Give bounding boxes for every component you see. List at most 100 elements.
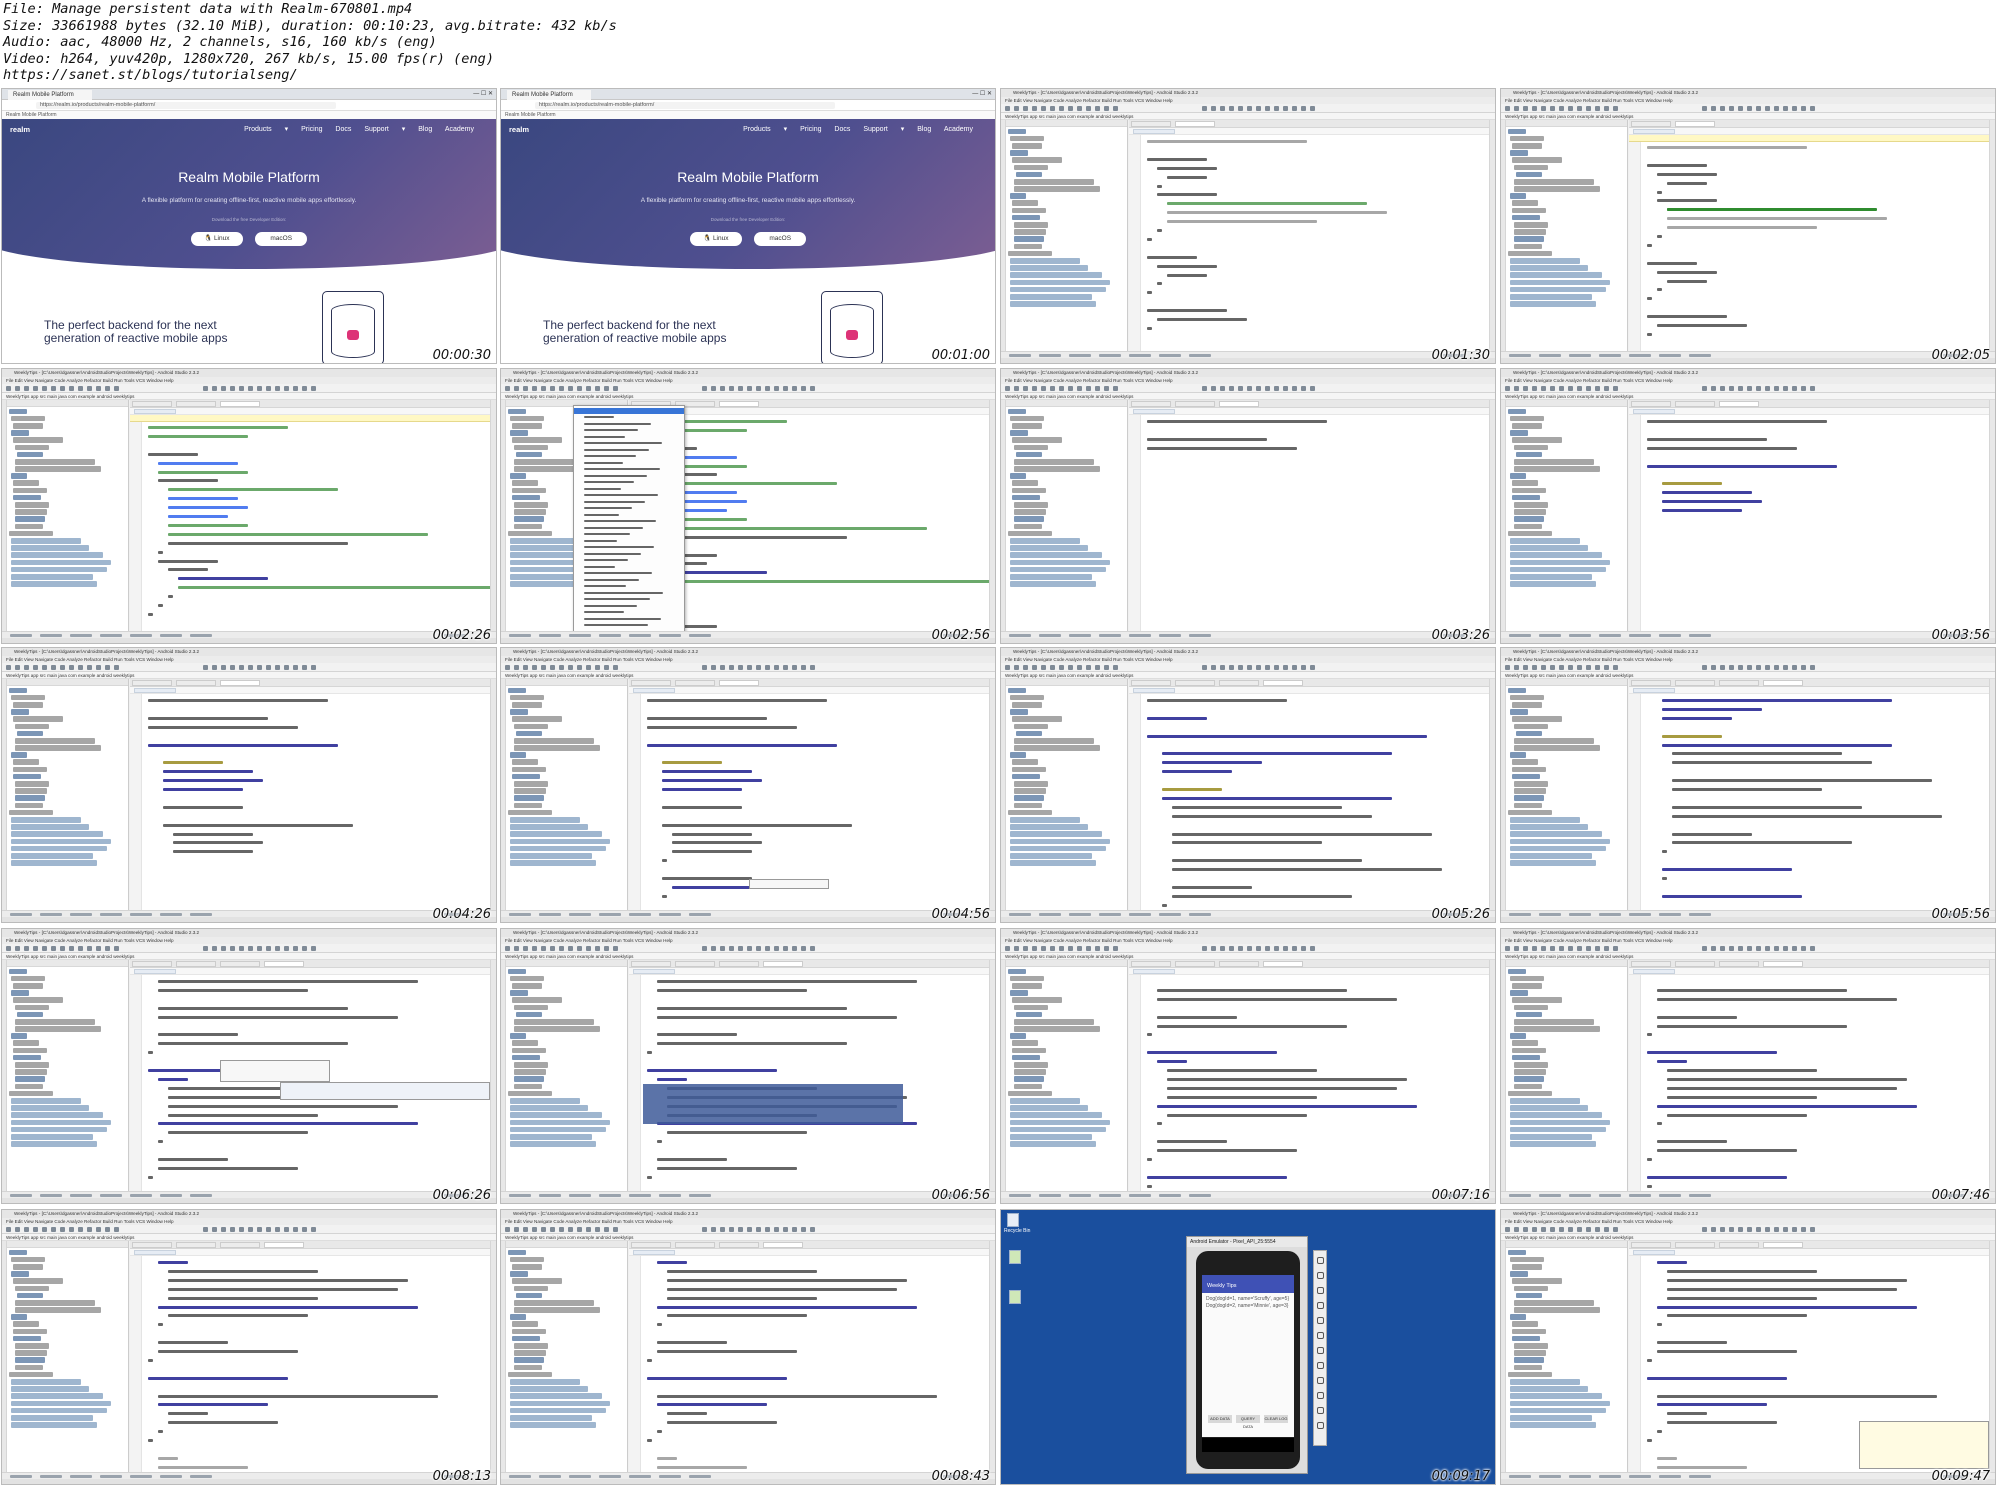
toolbar-icon[interactable]: [1095, 386, 1100, 391]
project-tree-item[interactable]: [1510, 694, 1544, 701]
tool-window-button[interactable]: [689, 1475, 711, 1478]
project-tree-item[interactable]: [1008, 408, 1026, 415]
project-tree-item[interactable]: [1010, 1133, 1092, 1140]
project-tree-item[interactable]: [1008, 809, 1052, 816]
project-tree-item[interactable]: [1512, 1335, 1540, 1342]
toolbar-icon[interactable]: [1032, 386, 1037, 391]
project-tree-item[interactable]: [1514, 1357, 1544, 1363]
toolbar-icon[interactable]: [1711, 665, 1716, 670]
menu-item[interactable]: [584, 474, 647, 477]
code-editor[interactable]: [130, 1241, 490, 1472]
toolbar-icon[interactable]: [1256, 946, 1261, 951]
toolbar-icon[interactable]: [15, 946, 20, 951]
toolbar-icon[interactable]: [1604, 1227, 1609, 1232]
toolbar-icon[interactable]: [1220, 665, 1225, 670]
project-tree-item[interactable]: [1514, 458, 1594, 465]
toolbar-icon[interactable]: [604, 1227, 609, 1232]
project-tree-item[interactable]: [9, 530, 53, 537]
project-tree-item[interactable]: [510, 1126, 606, 1133]
project-tree-item[interactable]: [1010, 816, 1080, 823]
project-tree-item[interactable]: [1508, 250, 1552, 257]
tool-window-button[interactable]: [569, 1475, 591, 1478]
toolbar-icon[interactable]: [1711, 386, 1716, 391]
toolbar-icon[interactable]: [604, 946, 609, 951]
toolbar-icon[interactable]: [514, 946, 519, 951]
project-tree-item[interactable]: [510, 1097, 580, 1104]
toolbar-icon[interactable]: [1265, 946, 1270, 951]
toolbar-icon[interactable]: [284, 665, 289, 670]
toolbar-icon[interactable]: [1756, 665, 1761, 670]
toolbar-icon[interactable]: [1059, 665, 1064, 670]
menu-item[interactable]: [584, 533, 630, 535]
toolbar-icon[interactable]: [1595, 106, 1600, 111]
menu-item[interactable]: [584, 442, 662, 444]
editor-breadcrumb[interactable]: [1629, 408, 1989, 415]
project-tree-item[interactable]: [514, 1357, 544, 1363]
editor-breadcrumb[interactable]: [1129, 128, 1489, 135]
menu-bar[interactable]: File Edit View Navigate Code Analyze Ref…: [1001, 97, 1495, 104]
project-tree-item[interactable]: [1012, 480, 1038, 487]
project-tree-item[interactable]: [510, 975, 544, 982]
project-tree-item[interactable]: [9, 408, 27, 415]
toolbar-icon[interactable]: [729, 386, 734, 391]
tool-window-button[interactable]: [40, 1194, 62, 1197]
tool-window-button[interactable]: [1189, 913, 1211, 916]
toolbar-icon[interactable]: [810, 1227, 815, 1232]
project-tree-item[interactable]: [15, 444, 49, 451]
toolbar-icon[interactable]: [1229, 386, 1234, 391]
right-tool-strip[interactable]: [1489, 400, 1495, 631]
toolbar-icon[interactable]: [302, 386, 307, 391]
tool-window-button[interactable]: [1189, 1194, 1211, 1197]
code-editor[interactable]: [1629, 1241, 1989, 1472]
emulator-control-icon[interactable]: [1317, 1332, 1324, 1339]
navigation-bar[interactable]: WeeklyTips app src main java com example…: [501, 953, 995, 960]
editor-tab[interactable]: [220, 961, 260, 967]
project-tree-item[interactable]: [1508, 1249, 1526, 1256]
toolbar-icon[interactable]: [284, 1227, 289, 1232]
toolbar-icon[interactable]: [1220, 106, 1225, 111]
project-tree-item[interactable]: [1510, 1414, 1592, 1421]
tool-window-button[interactable]: [569, 913, 591, 916]
menu-bar[interactable]: File Edit View Navigate Code Analyze Ref…: [2, 656, 496, 663]
toolbar-icon[interactable]: [1077, 946, 1082, 951]
project-tree-item[interactable]: [1008, 128, 1026, 135]
tool-window-button[interactable]: [1509, 913, 1531, 916]
toolbar-icon[interactable]: [765, 386, 770, 391]
tool-window-button[interactable]: [160, 634, 182, 637]
toolbar-icon[interactable]: [42, 665, 47, 670]
project-tree-item[interactable]: [508, 530, 552, 537]
project-tree-item[interactable]: [1010, 150, 1028, 156]
toolbar-icon[interactable]: [577, 946, 582, 951]
editor-tab[interactable]: [176, 401, 216, 407]
tool-window-button[interactable]: [1509, 634, 1531, 637]
project-tree-item[interactable]: [11, 1314, 27, 1320]
menu-item[interactable]: [584, 578, 639, 581]
right-tool-strip[interactable]: [1489, 120, 1495, 351]
toolbar-icon[interactable]: [1783, 946, 1788, 951]
toolbar-icon[interactable]: [212, 665, 217, 670]
project-tree-item[interactable]: [1512, 142, 1542, 149]
toolbar-icon[interactable]: [51, 1227, 56, 1232]
project-tree-item[interactable]: [1514, 795, 1544, 801]
project-tree-item[interactable]: [1016, 1011, 1042, 1018]
tool-window-button[interactable]: [1659, 1194, 1681, 1197]
toolbar-icon[interactable]: [78, 665, 83, 670]
project-tree-item[interactable]: [1508, 809, 1552, 816]
linux-button[interactable]: 🐧 Linux: [190, 232, 243, 246]
project-tree-item[interactable]: [1010, 430, 1028, 436]
toolbar-icon[interactable]: [1310, 665, 1315, 670]
toolbar-icon[interactable]: [604, 386, 609, 391]
right-tool-strip[interactable]: [1989, 400, 1995, 631]
menu-item[interactable]: [584, 435, 625, 438]
toolbar-icon[interactable]: [702, 1227, 707, 1232]
menu-item[interactable]: [584, 513, 619, 516]
project-tree-item[interactable]: [11, 1393, 103, 1399]
toolbar-icon[interactable]: [33, 665, 38, 670]
tool-window-button[interactable]: [1569, 354, 1591, 357]
project-tree-item[interactable]: [1012, 214, 1040, 221]
toolbar-icon[interactable]: [1774, 1227, 1779, 1232]
project-tree-item[interactable]: [1514, 502, 1548, 508]
code-editor[interactable]: [130, 679, 490, 910]
menu-item[interactable]: [584, 422, 651, 425]
editor-tab[interactable]: [631, 961, 671, 967]
